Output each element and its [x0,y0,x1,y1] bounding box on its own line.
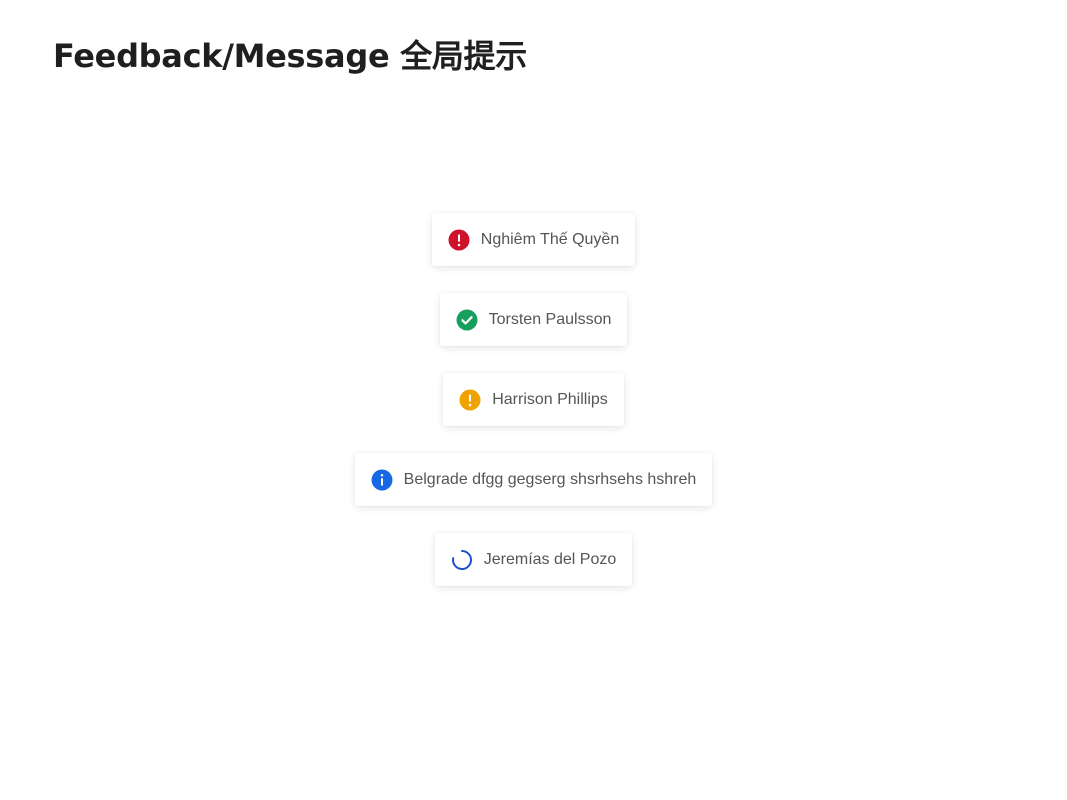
page-title: Feedback/Message 全局提示 [53,37,527,75]
message-text: Harrison Phillips [492,390,608,408]
error-icon [448,229,470,251]
message-success: Torsten Paulsson [439,293,628,346]
loading-spinner-icon [451,549,473,571]
message-warning: Harrison Phillips [443,373,624,426]
message-loading: Jeremías del Pozo [434,533,633,586]
page: Feedback/Message 全局提示 Nghiêm Thế Quyền T… [0,0,1067,800]
message-stack: Nghiêm Thế Quyền Torsten Paulsson Harris… [0,213,1067,586]
message-text: Belgrade dfgg gegserg shsrhsehs hshreh [403,470,697,488]
message-text: Nghiêm Thế Quyền [480,230,620,248]
info-icon [371,469,393,491]
message-info: Belgrade dfgg gegserg shsrhsehs hshreh [354,453,713,506]
message-text: Jeremías del Pozo [483,550,617,568]
message-text: Torsten Paulsson [488,310,612,328]
warning-icon [459,389,481,411]
message-error: Nghiêm Thế Quyền [431,213,636,266]
success-check-icon [456,309,478,331]
